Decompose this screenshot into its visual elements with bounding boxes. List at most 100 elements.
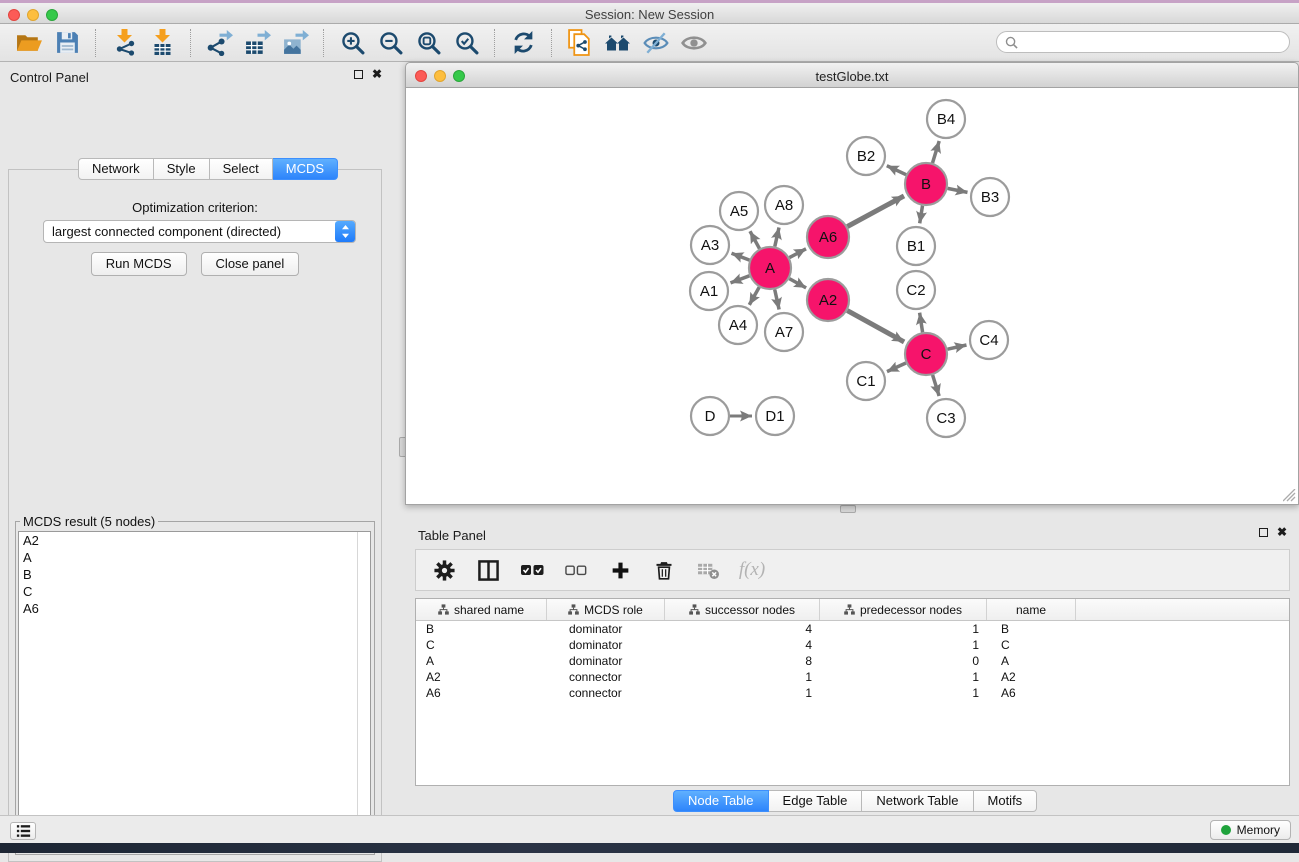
- graph-node-B[interactable]: B: [905, 163, 947, 205]
- edge-B-B1[interactable]: [920, 206, 923, 224]
- show-column-icon[interactable]: [474, 555, 502, 585]
- deselect-all-icon[interactable]: [562, 555, 590, 585]
- graph-node-D[interactable]: D: [691, 397, 729, 435]
- tab-network[interactable]: Network: [78, 158, 154, 180]
- tab-mcds[interactable]: MCDS: [273, 158, 338, 180]
- graph-node-A5[interactable]: A5: [720, 192, 758, 230]
- table-cell[interactable]: dominator: [547, 621, 665, 637]
- graph-node-A7[interactable]: A7: [765, 313, 803, 351]
- network-canvas[interactable]: B4B2BB3A5A8A6A3B1AA1C2A2A4A7C4CC1C3DD1: [405, 88, 1299, 505]
- criterion-select[interactable]: largest connected component (directed): [43, 220, 356, 243]
- table-cell[interactable]: A: [987, 653, 1076, 669]
- resize-grip-icon[interactable]: [1283, 489, 1296, 502]
- graph-node-A[interactable]: A: [749, 247, 791, 289]
- mcds-result-item[interactable]: A2: [19, 532, 357, 549]
- tab-style[interactable]: Style: [154, 158, 210, 180]
- graph-node-B1[interactable]: B1: [897, 227, 935, 265]
- graph-node-C2[interactable]: C2: [897, 271, 935, 309]
- edge-C-C2[interactable]: [920, 313, 923, 333]
- table-cell[interactable]: dominator: [547, 637, 665, 653]
- edge-B-B3[interactable]: [948, 188, 968, 192]
- import-table-icon[interactable]: [143, 27, 181, 59]
- new-network-from-selection-icon[interactable]: [561, 27, 599, 59]
- zoom-out-icon[interactable]: [371, 27, 409, 59]
- first-neighbors-icon[interactable]: [599, 27, 637, 59]
- delete-column-icon[interactable]: [650, 555, 678, 585]
- graph-node-A3[interactable]: A3: [691, 226, 729, 264]
- table-cell[interactable]: B: [416, 621, 547, 637]
- table-cell[interactable]: dominator: [547, 653, 665, 669]
- window-titlebar[interactable]: Session: New Session: [0, 3, 1299, 24]
- graph-node-B4[interactable]: B4: [927, 100, 965, 138]
- show-all-eye-icon[interactable]: [675, 27, 713, 59]
- column-header-successor-nodes[interactable]: successor nodes: [665, 599, 820, 620]
- edge-A2-C[interactable]: [847, 311, 904, 342]
- close-panel-button[interactable]: Close panel: [201, 252, 300, 276]
- refresh-layout-icon[interactable]: [504, 27, 542, 59]
- graph-node-C1[interactable]: C1: [847, 362, 885, 400]
- export-image-icon[interactable]: [276, 27, 314, 59]
- function-builder-icon[interactable]: f(x): [738, 555, 766, 585]
- export-network-icon[interactable]: [200, 27, 238, 59]
- table-row[interactable]: Bdominator41B: [416, 621, 1289, 637]
- table-cell[interactable]: A2: [987, 669, 1076, 685]
- table-tab-node-table[interactable]: Node Table: [673, 790, 769, 812]
- column-header-shared-name[interactable]: shared name: [416, 599, 547, 620]
- mcds-result-item[interactable]: B: [19, 566, 357, 583]
- table-tab-edge-table[interactable]: Edge Table: [769, 790, 863, 812]
- table-cell[interactable]: 1: [665, 669, 820, 685]
- graph-node-A1[interactable]: A1: [690, 272, 728, 310]
- edge-C-C4[interactable]: [948, 345, 967, 349]
- float-panel-icon[interactable]: [354, 70, 363, 79]
- export-table-icon[interactable]: [238, 27, 276, 59]
- close-panel-icon[interactable]: ✖: [372, 70, 382, 79]
- table-tab-motifs[interactable]: Motifs: [974, 790, 1038, 812]
- select-all-icon[interactable]: [518, 555, 546, 585]
- table-cell[interactable]: C: [987, 637, 1076, 653]
- run-mcds-button[interactable]: Run MCDS: [91, 252, 187, 276]
- graph-node-B2[interactable]: B2: [847, 137, 885, 175]
- zoom-fit-icon[interactable]: [409, 27, 447, 59]
- graph-node-C3[interactable]: C3: [927, 399, 965, 437]
- table-cell[interactable]: 4: [665, 621, 820, 637]
- add-column-icon[interactable]: [606, 555, 634, 585]
- table-cell[interactable]: B: [987, 621, 1076, 637]
- float-table-panel-icon[interactable]: [1259, 528, 1268, 537]
- zoom-selected-icon[interactable]: [447, 27, 485, 59]
- graph-node-B3[interactable]: B3: [971, 178, 1009, 216]
- edge-A-A8[interactable]: [775, 228, 779, 247]
- table-tab-network-table[interactable]: Network Table: [862, 790, 973, 812]
- graph-node-C[interactable]: C: [905, 333, 947, 375]
- table-cell[interactable]: 4: [665, 637, 820, 653]
- network-window-titlebar[interactable]: testGlobe.txt: [405, 62, 1299, 88]
- save-icon[interactable]: [48, 27, 86, 59]
- table-cell[interactable]: connector: [547, 685, 665, 701]
- table-row[interactable]: A6connector11A6: [416, 685, 1289, 701]
- edge-A-A5[interactable]: [750, 231, 760, 249]
- table-cell[interactable]: connector: [547, 669, 665, 685]
- edge-A-A2[interactable]: [789, 279, 806, 288]
- table-cell[interactable]: 1: [665, 685, 820, 701]
- graph-node-A6[interactable]: A6: [807, 216, 849, 258]
- edge-B-B2[interactable]: [887, 166, 906, 175]
- import-network-icon[interactable]: [105, 27, 143, 59]
- table-cell[interactable]: 1: [820, 637, 987, 653]
- graph-node-D1[interactable]: D1: [756, 397, 794, 435]
- zoom-in-icon[interactable]: [333, 27, 371, 59]
- delete-table-icon[interactable]: [694, 555, 722, 585]
- column-header-predecessor-nodes[interactable]: predecessor nodes: [820, 599, 987, 620]
- graph-node-A8[interactable]: A8: [765, 186, 803, 224]
- edge-A-A1[interactable]: [731, 276, 750, 283]
- edge-A6-B[interactable]: [847, 196, 904, 227]
- table-cell[interactable]: 1: [820, 621, 987, 637]
- edge-A-A7[interactable]: [775, 290, 779, 310]
- search-input[interactable]: [1023, 35, 1281, 50]
- memory-button[interactable]: Memory: [1210, 820, 1291, 840]
- table-cell[interactable]: A6: [987, 685, 1076, 701]
- task-history-button[interactable]: [10, 822, 36, 840]
- edge-A-A3[interactable]: [732, 253, 750, 260]
- close-table-panel-icon[interactable]: ✖: [1277, 528, 1287, 537]
- graph-node-C4[interactable]: C4: [970, 321, 1008, 359]
- column-header-MCDS-role[interactable]: MCDS role: [547, 599, 665, 620]
- table-cell[interactable]: C: [416, 637, 547, 653]
